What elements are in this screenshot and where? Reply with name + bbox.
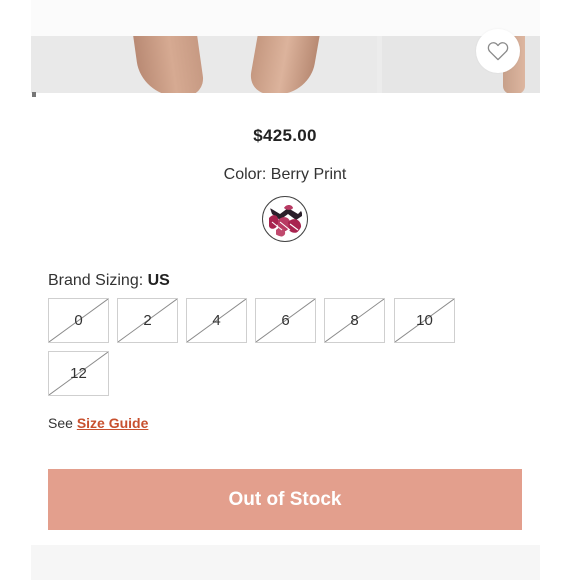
heart-outline-icon: [487, 42, 509, 61]
size-option-12[interactable]: 12: [48, 351, 109, 396]
print-pattern-icon: [267, 201, 303, 237]
size-option-6[interactable]: 6: [255, 298, 316, 343]
brand-sizing-label: Brand Sizing:: [48, 272, 144, 289]
gallery-top-bar: [31, 0, 540, 36]
size-option-0[interactable]: 0: [48, 298, 109, 343]
size-guide-line: See Size Guide: [48, 415, 148, 431]
wishlist-button[interactable]: [476, 29, 520, 73]
size-label: 0: [74, 312, 83, 329]
size-option-4[interactable]: 4: [186, 298, 247, 343]
brand-sizing-unit: US: [147, 272, 170, 289]
brand-sizing-heading: Brand Sizing: US: [48, 272, 170, 290]
size-label: 10: [416, 312, 433, 329]
size-label: 8: [350, 312, 359, 329]
color-value: Berry Print: [270, 166, 347, 183]
size-label: 2: [143, 312, 152, 329]
size-option-10[interactable]: 10: [394, 298, 455, 343]
model-leg-right: [247, 36, 321, 93]
model-leg-left: [132, 36, 206, 93]
size-guide-link[interactable]: Size Guide: [77, 415, 149, 431]
size-label: 4: [212, 312, 221, 329]
size-label: 12: [70, 365, 87, 382]
out-of-stock-button[interactable]: Out of Stock: [48, 469, 522, 530]
product-image-main[interactable]: [31, 36, 377, 93]
product-price: $425.00: [253, 126, 317, 145]
size-guide-prefix: See: [48, 415, 73, 431]
color-line: Color: Berry Print: [0, 166, 570, 184]
color-swatch-berry-print[interactable]: [262, 196, 308, 242]
color-label: Color:: [223, 166, 267, 183]
gallery-scroll-indicator: [32, 92, 36, 97]
size-option-8[interactable]: 8: [324, 298, 385, 343]
size-label: 6: [281, 312, 290, 329]
size-option-2[interactable]: 2: [117, 298, 178, 343]
next-section-strip: [31, 545, 540, 580]
